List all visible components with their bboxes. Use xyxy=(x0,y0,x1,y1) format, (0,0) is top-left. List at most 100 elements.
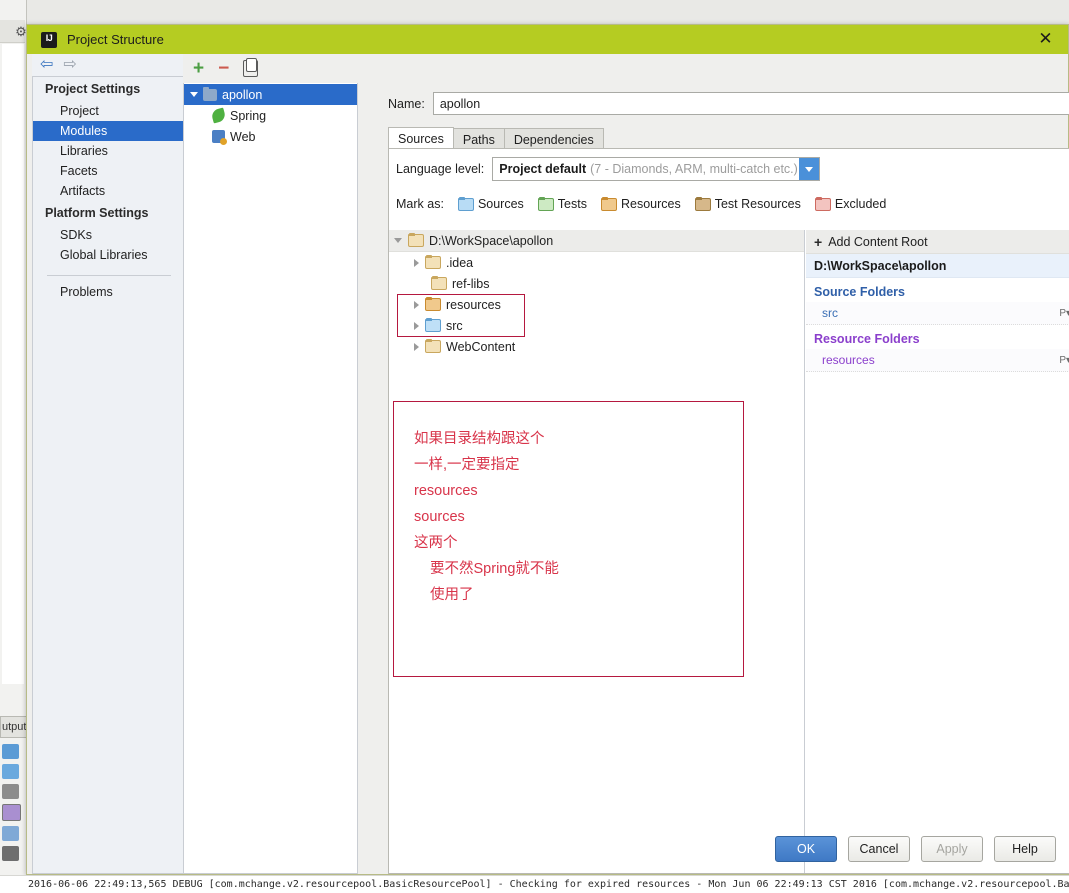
modules-panel xyxy=(183,54,358,874)
module-row-spring[interactable]: Spring xyxy=(184,105,357,126)
chevron-down-icon[interactable] xyxy=(190,92,198,97)
facet-label: Web xyxy=(230,129,256,144)
forward-arrow-icon[interactable]: ⇨ xyxy=(63,57,76,73)
sidebar-item-problems[interactable]: Problems xyxy=(33,282,185,302)
console-log-line: 2016-06-06 22:49:13,565 DEBUG [com.mchan… xyxy=(0,875,1069,893)
tree-label: src xyxy=(446,318,463,333)
annotation-line: resources xyxy=(414,483,478,499)
rerun-alt-icon[interactable] xyxy=(2,764,19,779)
help-button[interactable]: Help xyxy=(994,836,1056,862)
annotation-line: 使用了 xyxy=(430,587,474,603)
annotation-callout: 如果目录结构跟这个 一样,一定要指定 resources sources 这两个… xyxy=(393,401,744,677)
intellij-idea-icon xyxy=(41,31,57,48)
trash-icon[interactable] xyxy=(2,846,19,861)
wrap-icon[interactable] xyxy=(2,826,19,841)
annotation-line: 如果目录结构跟这个 xyxy=(414,431,545,447)
content-root-path: D:\WorkSpace\apollon xyxy=(814,258,947,273)
add-content-root-button[interactable]: + Add Content Root xyxy=(806,230,1069,254)
resource-folders-title: Resource Folders xyxy=(814,332,920,346)
sidebar-item-libraries[interactable]: Libraries xyxy=(33,141,185,161)
ide-editor-sliver xyxy=(2,44,24,684)
mark-as-sources-button[interactable]: Sources xyxy=(457,196,524,211)
package-prefix-icon[interactable]: P▾ xyxy=(1059,308,1069,319)
module-row-apollon[interactable]: apollon xyxy=(184,84,357,105)
settings-sidebar: Project Settings Project Modules Librari… xyxy=(32,76,186,874)
remove-module-button[interactable]: − xyxy=(218,59,229,78)
module-name-input[interactable] xyxy=(432,92,1069,115)
copy-module-icon[interactable] xyxy=(243,58,259,77)
folder-actions: P▾ ✕ xyxy=(1059,306,1069,321)
module-row-web[interactable]: Web xyxy=(184,126,357,147)
mark-as-excluded-button[interactable]: Excluded xyxy=(814,196,886,211)
spring-leaf-icon xyxy=(210,107,227,124)
sidebar-divider xyxy=(47,275,171,276)
facet-label: Spring xyxy=(230,108,267,123)
annotation-line: sources xyxy=(414,509,465,525)
language-level-row: Language level: Project default (7 - Dia… xyxy=(396,157,821,181)
sidebar-group-platform-settings: Platform Settings xyxy=(45,206,149,220)
source-folder-row[interactable]: src P▾ ✕ xyxy=(806,302,1069,325)
console-icon[interactable] xyxy=(2,804,21,821)
ide-tool-icons xyxy=(0,742,22,872)
language-level-select[interactable]: Project default (7 - Diamonds, ARM, mult… xyxy=(492,157,821,181)
folder-test-resources-icon xyxy=(694,196,711,211)
sidebar-item-sdks[interactable]: SDKs xyxy=(33,225,185,245)
sidebar-item-artifacts[interactable]: Artifacts xyxy=(33,181,185,201)
cancel-button[interactable]: Cancel xyxy=(848,836,910,862)
mark-label: Test Resources xyxy=(714,197,801,211)
folder-name: resources xyxy=(822,353,875,367)
tree-label: .idea xyxy=(446,255,474,270)
chevron-right-icon[interactable] xyxy=(414,321,419,330)
content-roots-panel: + Add Content Root D:\WorkSpace\apollon … xyxy=(806,230,1069,873)
mark-as-test-resources-button[interactable]: Test Resources xyxy=(694,196,801,211)
tree-row-idea[interactable]: .idea xyxy=(389,252,804,273)
chevron-right-icon[interactable] xyxy=(414,300,419,309)
stop-icon[interactable] xyxy=(2,784,19,799)
add-module-button[interactable]: + xyxy=(193,59,204,78)
sidebar-item-project[interactable]: Project xyxy=(33,101,185,121)
name-label: Name: xyxy=(388,96,425,111)
plus-icon: + xyxy=(814,233,823,250)
annotation-line: 要不然Spring就不能 xyxy=(430,561,559,577)
resource-folder-row[interactable]: resources P▾ ✕ xyxy=(806,349,1069,372)
sidebar-item-global-libraries[interactable]: Global Libraries xyxy=(33,245,185,265)
sidebar-item-modules[interactable]: Modules xyxy=(33,121,185,141)
tree-row-ref-libs[interactable]: ref-libs xyxy=(389,273,804,294)
folder-actions: P▾ ✕ xyxy=(1059,353,1069,368)
chevron-right-icon[interactable] xyxy=(414,342,419,351)
mark-as-tests-button[interactable]: Tests xyxy=(537,196,587,211)
back-arrow-icon[interactable]: ⇦ xyxy=(40,57,53,73)
ok-button[interactable]: OK xyxy=(775,836,837,862)
tree-row-src[interactable]: src xyxy=(389,315,804,336)
sidebar-item-facets[interactable]: Facets xyxy=(33,161,185,181)
tree-row-root[interactable]: D:\WorkSpace\apollon xyxy=(389,230,804,252)
name-row: Name: xyxy=(388,92,1069,115)
folder-excluded-icon xyxy=(814,196,831,211)
tree-label: resources xyxy=(446,297,501,312)
apply-button[interactable]: Apply xyxy=(921,836,983,862)
rerun-icon[interactable] xyxy=(2,744,19,759)
modules-tree: apollon Spring Web xyxy=(184,84,357,147)
modules-toolbar: + − xyxy=(183,54,358,83)
folder-icon xyxy=(431,276,447,290)
language-level-label: Language level: xyxy=(396,162,485,176)
content-root-header: D:\WorkSpace\apollon ✕ xyxy=(806,254,1069,278)
folder-icon xyxy=(408,233,424,247)
package-prefix-icon[interactable]: P▾ xyxy=(1059,355,1069,366)
module-folder-icon xyxy=(203,86,217,101)
chevron-down-icon[interactable] xyxy=(799,158,820,180)
dialog-titlebar: Project Structure ✕ xyxy=(27,25,1068,54)
tree-root-label: D:\WorkSpace\apollon xyxy=(429,233,554,248)
tree-row-webcontent[interactable]: WebContent xyxy=(389,336,804,357)
mark-label: Resources xyxy=(620,197,681,211)
language-level-value: Project default xyxy=(499,162,587,176)
chevron-right-icon[interactable] xyxy=(414,258,419,267)
mark-as-resources-button[interactable]: Resources xyxy=(600,196,681,211)
annotation-line: 一样,一定要指定 xyxy=(414,457,520,473)
close-icon[interactable]: ✕ xyxy=(1023,25,1068,54)
mark-label: Sources xyxy=(477,197,524,211)
folder-resources-icon xyxy=(425,297,441,311)
tree-row-resources[interactable]: resources xyxy=(389,294,804,315)
chevron-down-icon[interactable] xyxy=(394,238,402,243)
tree-label: WebContent xyxy=(446,339,516,354)
